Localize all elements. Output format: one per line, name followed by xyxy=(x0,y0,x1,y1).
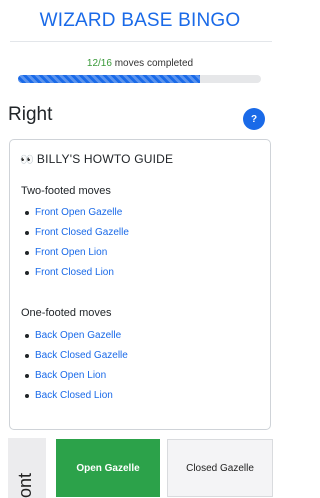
one-footed-moves-heading: One-footed moves xyxy=(21,307,112,319)
move-link-back-open-gazelle[interactable]: Back Open Gazelle xyxy=(35,330,121,341)
list-item: Back Open Lion xyxy=(25,369,128,389)
list-item: Back Open Gazelle xyxy=(25,329,128,349)
progress-bar xyxy=(18,75,261,83)
one-footed-moves-list: Back Open Gazelle Back Closed Gazelle Ba… xyxy=(25,329,128,409)
move-link-front-closed-gazelle[interactable]: Front Closed Gazelle xyxy=(35,227,129,238)
list-item: Back Closed Lion xyxy=(25,389,128,409)
eyes-icon: 👀 xyxy=(20,154,34,166)
bingo-tile-closed-gazelle[interactable]: Closed Gazelle xyxy=(167,439,273,497)
move-link-front-open-gazelle[interactable]: Front Open Gazelle xyxy=(35,207,122,218)
move-link-back-closed-lion[interactable]: Back Closed Lion xyxy=(35,390,113,401)
list-item: Front Open Gazelle xyxy=(25,206,129,226)
progress-label: moves completed xyxy=(111,58,194,69)
two-footed-moves-list: Front Open Gazelle Front Closed Gazelle … xyxy=(25,206,129,286)
list-item: Back Closed Gazelle xyxy=(25,349,128,369)
move-link-back-closed-gazelle[interactable]: Back Closed Gazelle xyxy=(35,350,128,361)
move-link-back-open-lion[interactable]: Back Open Lion xyxy=(35,370,106,381)
app-title: WIZARD BASE BINGO xyxy=(39,10,241,31)
help-button[interactable]: ? xyxy=(243,108,265,130)
guide-title-text: BILLY'S HOWTO GUIDE xyxy=(36,152,174,166)
row-label-text: ont xyxy=(15,472,35,498)
guide-title: 👀 BILLY'S HOWTO GUIDE xyxy=(20,152,173,166)
progress-count: 12/16 xyxy=(86,58,112,69)
progress-bar-fill xyxy=(18,75,201,83)
two-footed-moves-heading: Two-footed moves xyxy=(21,185,111,197)
section-title: Right xyxy=(8,104,53,125)
row-label-front: ont xyxy=(8,438,46,498)
move-link-front-open-lion[interactable]: Front Open Lion xyxy=(35,247,107,258)
list-item: Front Closed Gazelle xyxy=(25,226,129,246)
list-item: Front Open Lion xyxy=(25,246,129,266)
list-item: Front Closed Lion xyxy=(25,266,129,286)
howto-guide-card: 👀 BILLY'S HOWTO GUIDE Two-footed moves Fr… xyxy=(9,139,271,430)
title-divider xyxy=(10,41,272,42)
bingo-tile-open-gazelle[interactable]: Open Gazelle xyxy=(56,439,160,497)
progress-text: 12/16 moves completed xyxy=(0,58,280,69)
move-link-front-closed-lion[interactable]: Front Closed Lion xyxy=(35,267,114,278)
